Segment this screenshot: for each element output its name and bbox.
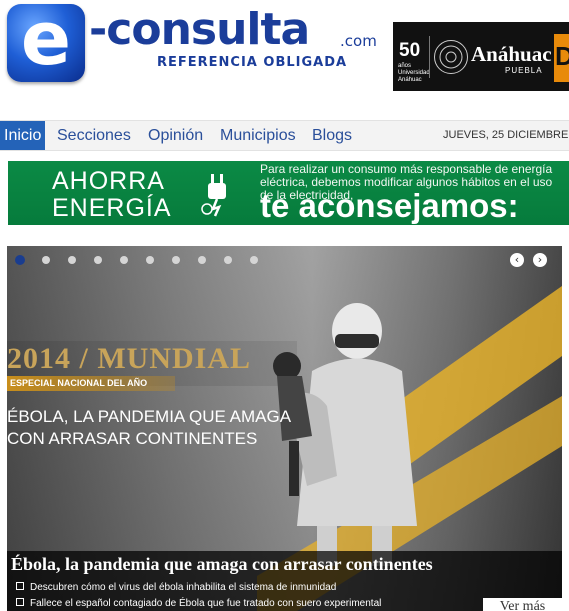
slide-caption: Ébola, la pandemia que amaga con arrasar… [7,551,562,611]
nav-item-secciones[interactable]: Secciones [57,121,131,150]
slider-dot[interactable] [94,256,102,264]
caption-title[interactable]: Ébola, la pandemia que amaga con arrasar… [11,554,433,575]
nav-item-municipios[interactable]: Municipios [220,121,296,150]
nav-item-blogs[interactable]: Blogs [312,121,352,150]
featured-slider[interactable]: ‹ › 2014 / MUNDIAL ESPECIAL NACIONAL DEL… [7,246,562,611]
ad-50-years-sub: años Universidad Anáhuac [398,63,430,83]
banner-line-2: ENERGÍA [52,194,172,222]
university-seal-icon [434,40,468,74]
logo-tagline: REFERENCIA OBLIGADA [157,55,348,70]
slider-dot[interactable] [15,255,25,265]
see-more-button[interactable]: Ver más [483,598,562,611]
caption-link-text: Fallece el español contagiado de Ébola q… [30,598,382,609]
banner-line-1: AHORRA [52,167,165,195]
slider-dot[interactable] [68,256,76,264]
chevron-right-icon[interactable]: › [533,253,547,267]
logo-domain: .com [340,32,377,50]
slide-headline-line-2: CON ARRASAR CONTINENTES [7,429,258,448]
slide-year-title: 2014 / MUNDIAL [7,342,251,375]
slider-dot[interactable] [42,256,50,264]
slider-dot[interactable] [120,256,128,264]
bullet-square-icon [16,598,24,606]
slider-dot[interactable] [146,256,154,264]
caption-link[interactable]: Fallece el español contagiado de Ébola q… [16,598,381,609]
ad-orange-panel: D [554,34,569,82]
current-date: JUEVES, 25 DICIEMBRE [443,129,569,141]
logo-wordmark[interactable]: -consulta [89,4,310,56]
nav-item-opinion[interactable]: Opinión [148,121,203,150]
slider-dot[interactable] [250,256,258,264]
caption-link-text: Descubren cómo el virus del ébola inhabi… [30,582,337,593]
site-header: e -consulta .com REFERENCIA OBLIGADA 50 … [0,0,569,118]
banner-headline: te aconsejamos: [260,187,519,224]
plug-icon [196,169,236,217]
slide-headline-line-1: ÉBOLA, LA PANDEMIA QUE AMAGA [7,407,292,426]
slider-dot[interactable] [224,256,232,264]
slide-special-label: ESPECIAL NACIONAL DEL AÑO [7,376,175,391]
ad-50-years-number: 50 [399,40,421,61]
anahuac-ad[interactable]: 50 años Universidad Anáhuac Anáhuac PUEB… [393,22,569,91]
bullet-square-icon [16,582,24,590]
main-nav: Inicio Secciones Opinión Municipios Blog… [0,120,569,151]
nav-item-inicio[interactable]: Inicio [0,121,46,150]
chevron-left-icon[interactable]: ‹ [510,253,524,267]
ad-partial-letter: D [555,41,569,71]
logo-e-badge[interactable]: e [7,0,85,82]
ad-city: PUEBLA [505,66,543,75]
slider-dot[interactable] [198,256,206,264]
energy-banner-ad[interactable]: AHORRA ENERGÍA Para realizar un consumo … [8,161,569,225]
ad-university-name: Anáhuac [471,42,552,66]
ad-divider [429,36,430,78]
caption-link[interactable]: Descubren cómo el virus del ébola inhabi… [16,582,336,593]
slider-dot[interactable] [172,256,180,264]
logo-e-letter: e [20,0,72,82]
